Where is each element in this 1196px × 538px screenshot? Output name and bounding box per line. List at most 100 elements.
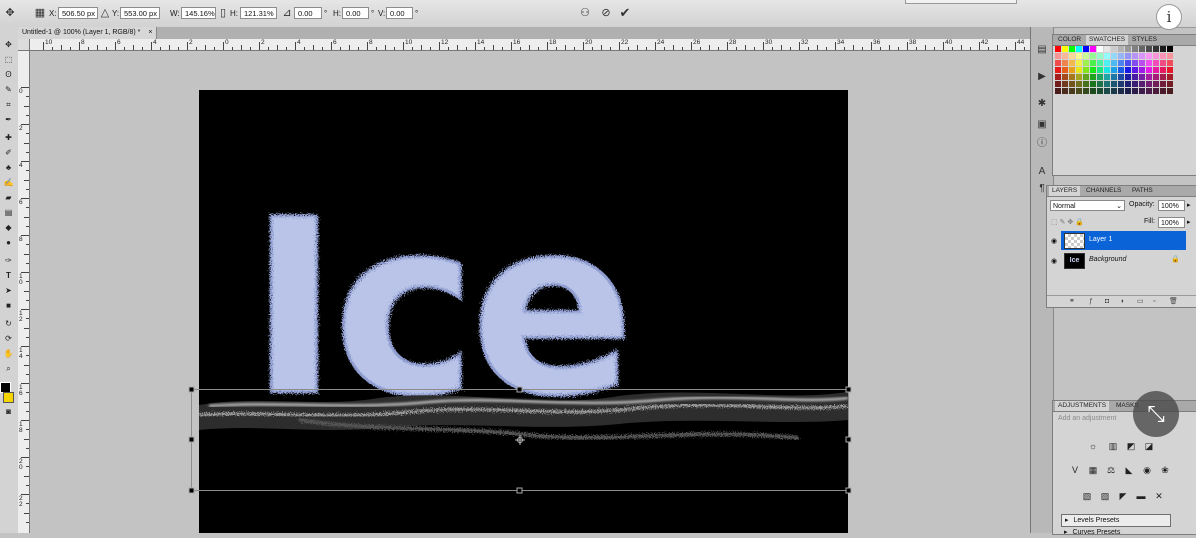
swatch[interactable]	[1160, 53, 1166, 59]
swatch[interactable]	[1132, 67, 1138, 73]
swatch[interactable]	[1111, 74, 1117, 80]
maintain-aspect-ratio-icon[interactable]: ▯	[217, 5, 229, 21]
swatch[interactable]	[1125, 53, 1131, 59]
swatch[interactable]	[1097, 88, 1103, 94]
swatch[interactable]	[1160, 81, 1166, 87]
swatch[interactable]	[1153, 74, 1159, 80]
black-white-icon[interactable]: ◣	[1123, 464, 1135, 476]
posterize-icon[interactable]: ▨	[1099, 490, 1111, 502]
swatch[interactable]	[1146, 46, 1152, 52]
history-brush-icon[interactable]: ✍	[2, 178, 15, 188]
gradient-map-icon[interactable]: ▬	[1135, 490, 1147, 502]
swatch[interactable]	[1076, 88, 1082, 94]
transform-handle-top[interactable]	[516, 386, 523, 393]
swatch[interactable]	[1125, 67, 1131, 73]
fill-arrow-icon[interactable]: ▸	[1187, 218, 1191, 226]
swatch[interactable]	[1111, 81, 1117, 87]
tab-paths[interactable]: PATHS	[1129, 186, 1156, 196]
swatch[interactable]	[1146, 74, 1152, 80]
swatch[interactable]	[1132, 53, 1138, 59]
swatch[interactable]	[1139, 88, 1145, 94]
swatch[interactable]	[1118, 60, 1124, 66]
selective-color-icon[interactable]: ✕	[1153, 490, 1165, 502]
workspace-switcher[interactable]	[905, 0, 1017, 4]
swatch[interactable]	[1118, 67, 1124, 73]
swatch[interactable]	[1111, 53, 1117, 59]
quick-mask-icon[interactable]: ◙	[2, 407, 15, 417]
path-selection-icon[interactable]: ➤	[2, 286, 15, 296]
healing-brush-icon[interactable]: ✚	[2, 133, 15, 143]
transform-handle-top-left[interactable]	[188, 386, 195, 393]
swatch[interactable]	[1146, 81, 1152, 87]
transform-handle-top-right[interactable]	[845, 386, 852, 393]
swatch[interactable]	[1062, 81, 1068, 87]
curves-icon[interactable]: ◩	[1125, 440, 1137, 452]
swatch[interactable]	[1104, 88, 1110, 94]
zoom-tool-icon[interactable]: ⌕	[2, 364, 15, 374]
swatch[interactable]	[1069, 53, 1075, 59]
swatch[interactable]	[1062, 60, 1068, 66]
warp-icon[interactable]: ⚇	[577, 5, 593, 21]
swatch[interactable]	[1118, 46, 1124, 52]
swatch[interactable]	[1076, 67, 1082, 73]
swatch[interactable]	[1125, 74, 1131, 80]
dodge-tool-icon[interactable]: ●	[2, 238, 15, 248]
swatch[interactable]	[1090, 46, 1096, 52]
document-tab[interactable]: Untitled-1 @ 100% (Layer 1, RGB/8) * ×	[18, 27, 158, 39]
swatch[interactable]	[1090, 88, 1096, 94]
swatch[interactable]	[1090, 60, 1096, 66]
swatch[interactable]	[1125, 46, 1131, 52]
swatch[interactable]	[1167, 67, 1173, 73]
swatch[interactable]	[1055, 53, 1061, 59]
channel-mixer-icon[interactable]: ❀	[1159, 464, 1171, 476]
tab-layers[interactable]: LAYERS	[1049, 186, 1081, 196]
adjustment-layer-icon[interactable]: ◐	[1121, 296, 1125, 307]
brightness-icon[interactable]: ☼	[1087, 440, 1099, 452]
swatch[interactable]	[1097, 53, 1103, 59]
eyedropper-icon[interactable]: ✒	[2, 115, 15, 125]
lock-icons[interactable]: ⬚ ✎ ✥ 🔒	[1051, 218, 1084, 226]
swatch[interactable]	[1069, 88, 1075, 94]
layer-mask-icon[interactable]: ◘	[1105, 296, 1109, 307]
swatch[interactable]	[1139, 81, 1145, 87]
v-skew-field[interactable]: 0.00	[386, 7, 413, 19]
swatch[interactable]	[1167, 81, 1173, 87]
rotate-field[interactable]: 0.00	[294, 7, 322, 19]
swatch[interactable]	[1090, 53, 1096, 59]
transform-handle-bottom-right[interactable]	[845, 487, 852, 494]
hue-saturation-icon[interactable]: ▦	[1087, 464, 1099, 476]
swatch[interactable]	[1083, 53, 1089, 59]
swatch[interactable]	[1097, 74, 1103, 80]
type-tool-icon[interactable]: T	[2, 271, 15, 281]
swatch[interactable]	[1055, 60, 1061, 66]
swatch[interactable]	[1090, 67, 1096, 73]
swatch[interactable]	[1069, 67, 1075, 73]
eraser-tool-icon[interactable]: ▰	[2, 193, 15, 203]
swatch[interactable]	[1153, 67, 1159, 73]
swatch[interactable]	[1055, 67, 1061, 73]
close-tab-icon[interactable]: ×	[148, 29, 152, 36]
swatch[interactable]	[1153, 46, 1159, 52]
swatch[interactable]	[1132, 88, 1138, 94]
swatch[interactable]	[1111, 88, 1117, 94]
swatch[interactable]	[1076, 46, 1082, 52]
h-skew-field[interactable]: 0.00	[342, 7, 369, 19]
blend-mode-select[interactable]: Normal ⌄	[1050, 200, 1125, 211]
expand-icon[interactable]: ⤡	[1133, 391, 1179, 437]
move-tool-icon[interactable]: ✥	[2, 40, 15, 50]
swatch[interactable]	[1111, 67, 1117, 73]
transform-bounding-box[interactable]	[185, 383, 855, 498]
swatch-grid[interactable]	[1055, 46, 1195, 102]
cancel-transform-icon[interactable]: ⊘	[598, 5, 614, 21]
swatch[interactable]	[1167, 74, 1173, 80]
swatch[interactable]	[1111, 46, 1117, 52]
swatch[interactable]	[1160, 46, 1166, 52]
swatch[interactable]	[1097, 60, 1103, 66]
swatch[interactable]	[1055, 88, 1061, 94]
swatch[interactable]	[1055, 46, 1061, 52]
swatch[interactable]	[1118, 74, 1124, 80]
3d-orbit-icon[interactable]: ⟳	[2, 334, 15, 344]
swatch[interactable]	[1139, 74, 1145, 80]
swatch[interactable]	[1125, 60, 1131, 66]
fill-field[interactable]: 100%	[1158, 217, 1185, 228]
